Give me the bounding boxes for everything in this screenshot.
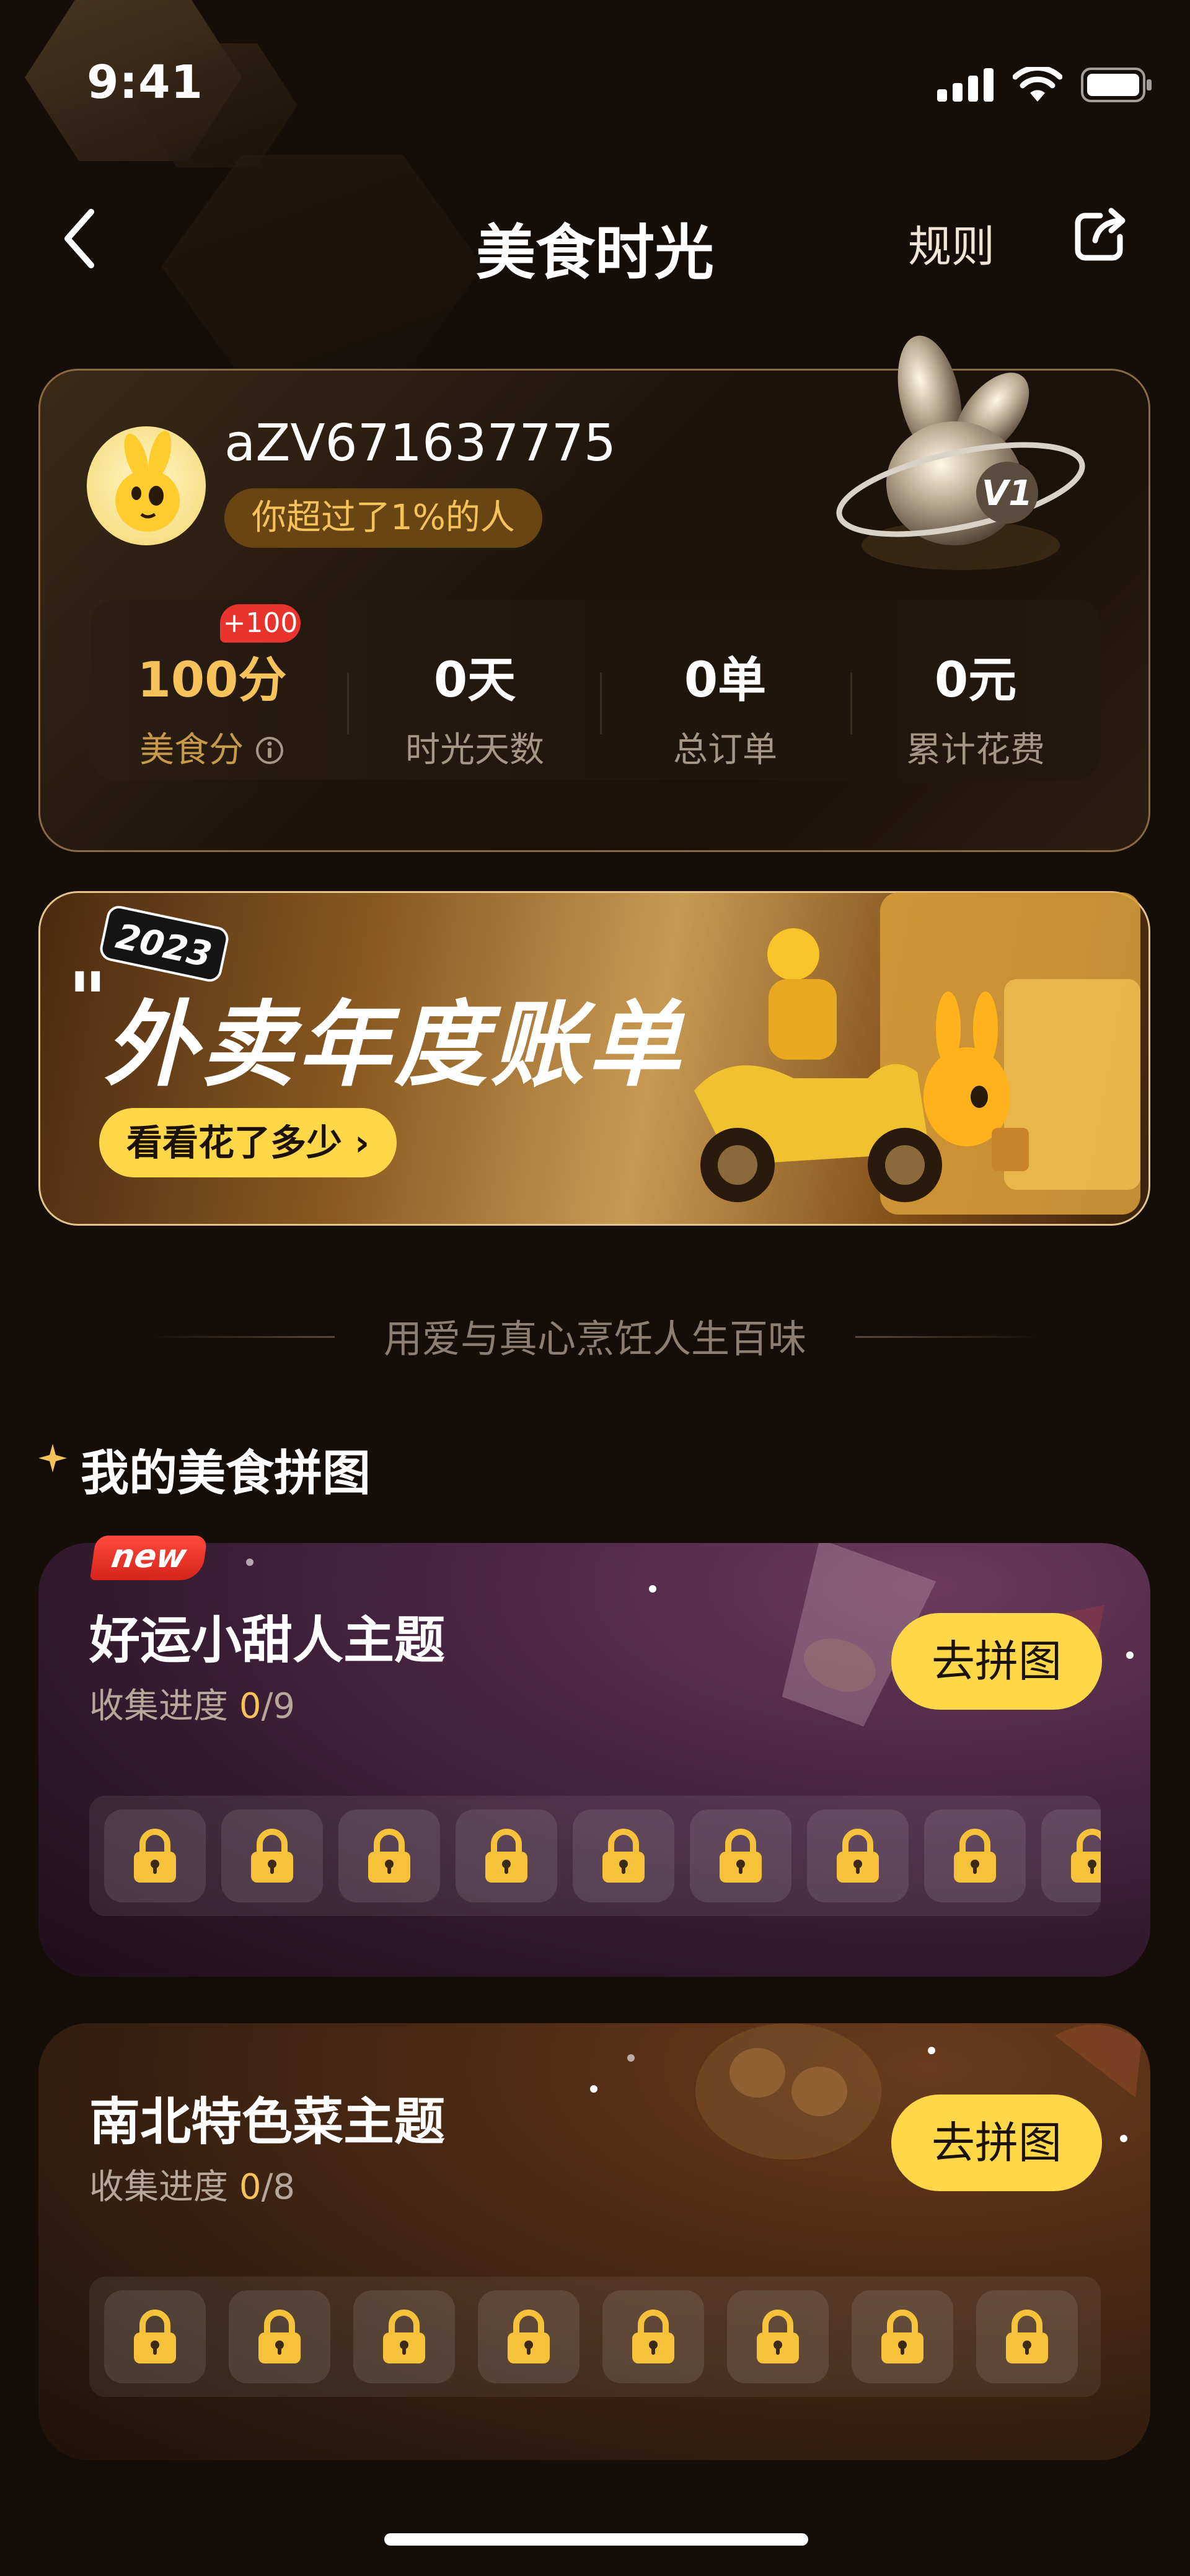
lock-icon [632,2310,674,2363]
info-icon[interactable] [255,736,284,765]
avatar[interactable] [87,426,206,545]
stat-label: 累计花费 [906,730,1045,770]
lock-icon [368,1829,410,1883]
lock-icon [954,1829,996,1883]
view-spending-button[interactable]: 看看花了多少 › [99,1108,397,1177]
locked-piece[interactable] [924,1809,1026,1902]
new-tag: new [89,1536,208,1580]
theme-name: 好运小甜人主题 [89,1611,446,1670]
stat-value: 100分 [137,653,287,708]
signal-icon [937,68,994,102]
lock-icon [720,1829,762,1883]
lock-icon [251,1829,293,1883]
lock-icon [1006,2310,1048,2363]
stat-spending: 0元 累计花费 [852,641,1100,772]
dumpling-basket-illustration [695,2023,881,2160]
stat-label: 美食分 [88,722,336,772]
sparkle [928,2047,935,2054]
stat-days: 0天 时光天数 [351,641,599,772]
share-icon[interactable] [1069,204,1131,266]
sparkle [627,2054,635,2062]
stat-value: 0元 [934,653,1017,708]
lock-icon [508,2310,550,2363]
sparkle [1126,1651,1134,1659]
locked-piece[interactable] [1041,1809,1101,1902]
theme-name: 南北特色菜主题 [89,2093,446,2152]
banner-title: 外卖年度账单 [104,991,685,1099]
locked-piece[interactable] [104,1809,206,1902]
delivery-scooter-illustration [694,892,1140,1215]
locked-piece[interactable] [852,2290,953,2383]
collection-progress: 收集进度 0/8 [89,2167,295,2207]
lock-icon [134,1829,176,1883]
locked-piece[interactable] [221,1809,323,1902]
stat-food-score[interactable]: 100分 美食分 [88,641,336,772]
locked-piece[interactable] [353,2290,455,2383]
stat-label: 时光天数 [405,730,544,770]
sparkle [649,1585,656,1593]
locked-piece[interactable] [727,2290,829,2383]
locked-piece[interactable] [690,1809,791,1902]
rabbit-mascot-icon [115,430,180,532]
locked-piece[interactable] [478,2290,580,2383]
locked-piece[interactable] [229,2290,330,2383]
lock-icon [485,1829,527,1883]
page-title: 美食时光 [476,218,714,288]
home-indicator[interactable] [384,2533,808,2546]
sparkle [246,1558,253,1566]
stat-value: 0天 [433,653,516,708]
level-badge-icon: V1 [836,335,1085,570]
status-icons [937,67,1153,103]
score-plus-badge: +100 [220,604,301,643]
lock-icon [602,1829,645,1883]
go-puzzle-button[interactable]: 去拼图 [891,1613,1102,1710]
rules-link[interactable]: 规则 [908,212,995,275]
battery-icon [1081,68,1152,102]
username: aZV671637775 [224,414,617,473]
lock-icon [383,2310,425,2363]
locked-piece[interactable] [338,1809,440,1902]
banner-quote-mark: " [68,957,107,1044]
locked-piece[interactable] [573,1809,674,1902]
wifi-icon [1013,67,1062,102]
rank-badge: 你超过了1%的人 [224,488,542,548]
sparkle [1120,2135,1127,2142]
stat-value: 0单 [684,653,767,708]
locked-piece[interactable] [807,1809,909,1902]
level-text: V1 [982,473,1033,514]
status-time: 9:41 [87,56,204,109]
stat-label: 总订单 [673,730,777,770]
lock-icon [134,2310,176,2363]
sparkle [590,2085,597,2093]
lock-icon [837,1829,879,1883]
collection-progress: 收集进度 0/9 [89,1686,295,1726]
go-puzzle-button[interactable]: 去拼图 [891,2095,1102,2191]
lock-icon [1071,1829,1101,1883]
locked-piece[interactable] [456,1809,557,1902]
slogan-text: 用爱与真心烹饪人生百味 [383,1316,806,1361]
stat-orders: 0单 总订单 [601,641,849,772]
lock-icon [881,2310,923,2363]
puzzle-piece-strip[interactable] [89,1796,1101,1916]
lock-icon [258,2310,301,2363]
locked-piece[interactable] [976,2290,1078,2383]
lock-icon [757,2310,799,2363]
locked-piece[interactable] [602,2290,704,2383]
section-title: 我的美食拼图 [81,1446,371,1501]
locked-piece[interactable] [104,2290,206,2383]
puzzle-piece-strip[interactable] [89,2277,1101,2397]
star-icon [38,1444,67,1472]
stat-divider [347,672,349,734]
